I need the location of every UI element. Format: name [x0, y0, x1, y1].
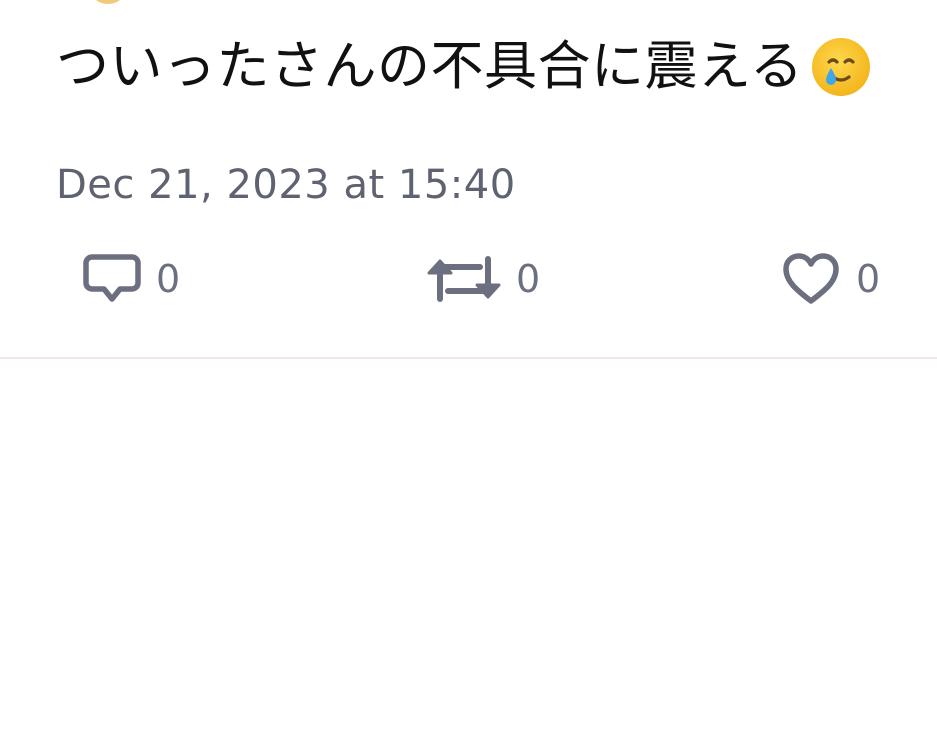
post-detail-screen: ついったさんの不具合に震える Dec 21, 2023 at 15:40 0 0…: [0, 0, 937, 755]
divider: [0, 357, 937, 359]
speech-bubble-icon: [83, 254, 141, 302]
smiling-face-with-tear-icon: [812, 38, 871, 96]
post-body: ついったさんの不具合に震える: [56, 30, 871, 104]
repost-arrows-icon: [427, 256, 501, 302]
repost-count: 0: [516, 257, 541, 301]
repost-button[interactable]: 0: [426, 248, 540, 310]
like-button[interactable]: 0: [780, 248, 880, 310]
avatar[interactable]: [88, 0, 128, 4]
post-timestamp: Dec 21, 2023 at 15:40: [56, 162, 516, 208]
like-count: 0: [856, 257, 881, 301]
post-text: ついったさんの不具合に震える: [56, 36, 804, 97]
post-actions-bar: 0 0 0: [0, 248, 937, 310]
reply-button[interactable]: 0: [82, 248, 180, 310]
heart-icon: [783, 253, 839, 304]
reply-count: 0: [156, 257, 181, 301]
